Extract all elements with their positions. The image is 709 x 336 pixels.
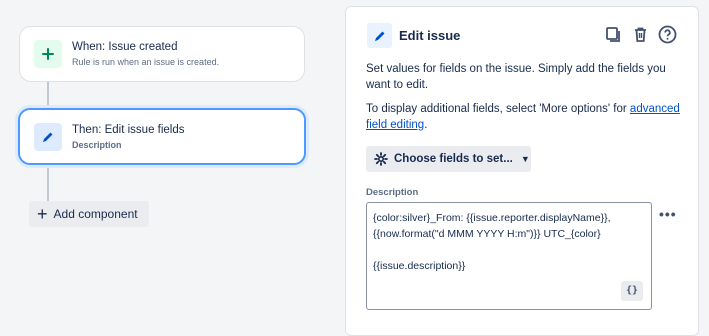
trash-icon[interactable] [630, 24, 651, 45]
description-field-label: Description [366, 187, 419, 198]
description-line: {{now.format("d MMM YYYY H:m")}} UTC_{co… [373, 228, 601, 240]
panel-title: Edit issue [399, 28, 461, 43]
choose-fields-button[interactable]: Choose fields to set... ▼ [366, 146, 531, 172]
trigger-title: When: Issue created [72, 41, 178, 53]
trigger-subtitle: Rule is run when an issue is created. [72, 57, 220, 67]
description-line [373, 242, 645, 258]
description-field[interactable]: {color:silver}_From: {{issue.reporter.di… [366, 202, 652, 310]
help-icon[interactable] [657, 24, 678, 45]
description-line: {{issue.description}} [373, 260, 466, 272]
gear-icon [374, 152, 388, 166]
smart-values-button[interactable]: {} [621, 281, 643, 301]
flow-connector [47, 82, 49, 108]
action-card[interactable]: Then: Edit issue fields Description [18, 108, 306, 165]
pencil-icon [367, 23, 392, 48]
duplicate-icon[interactable] [603, 24, 624, 45]
plus-icon: + [37, 204, 48, 224]
action-subtitle: Description [72, 140, 122, 150]
action-title: Then: Edit issue fields [72, 124, 185, 136]
trigger-card[interactable]: When: Issue created Rule is run when an … [19, 26, 305, 82]
choose-fields-label: Choose fields to set... [394, 153, 513, 165]
rule-flow-canvas: When: Issue created Rule is run when an … [0, 0, 340, 321]
more-options-button[interactable]: ••• [659, 206, 677, 222]
advanced-editing-note: To display additional fields, select 'Mo… [366, 103, 680, 131]
panel-actions [603, 24, 678, 45]
pencil-icon [34, 123, 62, 151]
chevron-down-icon: ▼ [520, 154, 530, 164]
panel-description: Set values for fields on the issue. Simp… [366, 63, 666, 91]
plus-icon [34, 40, 62, 68]
add-component-button[interactable]: + Add component [29, 201, 149, 227]
edit-issue-panel: Edit issue Set values for fields on the … [345, 6, 699, 336]
description-line: {color:silver}_From: {{issue.reporter.di… [373, 212, 611, 224]
flow-connector [47, 165, 49, 203]
add-component-label: Add component [53, 207, 138, 221]
